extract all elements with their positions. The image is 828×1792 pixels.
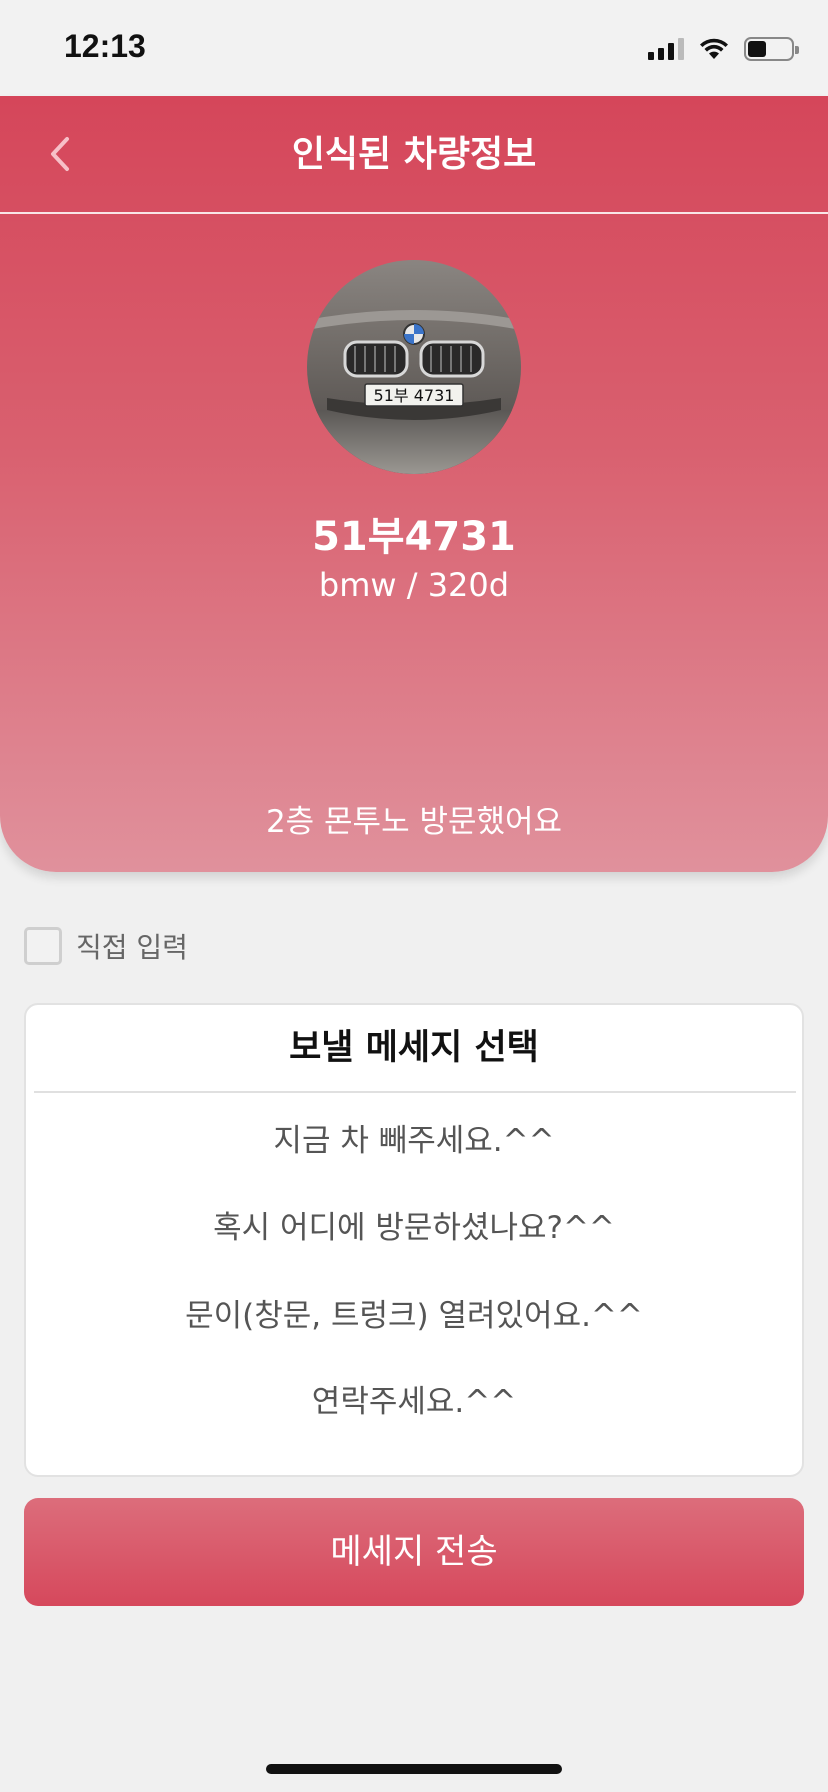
direct-input-checkbox[interactable] (24, 927, 62, 965)
nav-bar: 인식된 차량정보 (0, 96, 828, 214)
photo-plate-text: 51부 4731 (374, 386, 455, 405)
status-bar: 12:13 (0, 0, 828, 96)
message-option[interactable]: 혹시 어디에 방문하셨나요?^^ (26, 1198, 802, 1258)
chevron-left-icon (51, 137, 69, 171)
wifi-icon (700, 38, 728, 59)
back-button[interactable] (30, 124, 90, 184)
car-model: bmw / 320d (318, 566, 510, 604)
send-message-button[interactable]: 메세지 전송 (24, 1498, 804, 1606)
direct-input-label: 직접 입력 (76, 931, 188, 964)
vehicle-info-header: 인식된 차량정보 51부 4731 51부4731 bmw / 320d 2층 … (0, 96, 828, 872)
screen: 12:13 인식된 차량정보 51부 4731 51부4731 bmw / 32… (0, 0, 828, 1792)
plate-number: 51부4731 (312, 514, 516, 560)
direct-input-toggle[interactable]: 직접 입력 (24, 926, 188, 966)
visit-message: 2층 몬투노 방문했어요 (265, 804, 563, 840)
divider (34, 1091, 796, 1093)
page-title: 인식된 차량정보 (291, 134, 537, 175)
message-select-card: 보낼 메세지 선택 지금 차 빼주세요.^^ 혹시 어디에 방문하셨나요?^^ … (24, 1003, 804, 1477)
status-icons (648, 34, 799, 64)
home-indicator (266, 1764, 562, 1774)
message-option[interactable]: 연락주세요.^^ (26, 1372, 802, 1432)
car-photo: 51부 4731 (307, 260, 521, 474)
message-option[interactable]: 문이(창문, 트렁크) 열려있어요.^^ (26, 1286, 802, 1346)
cellular-signal-icon (648, 38, 684, 60)
battery-icon (744, 37, 799, 61)
status-time: 12:13 (64, 28, 146, 64)
message-select-title: 보낼 메세지 선택 (289, 1028, 539, 1068)
message-option[interactable]: 지금 차 빼주세요.^^ (26, 1111, 802, 1171)
